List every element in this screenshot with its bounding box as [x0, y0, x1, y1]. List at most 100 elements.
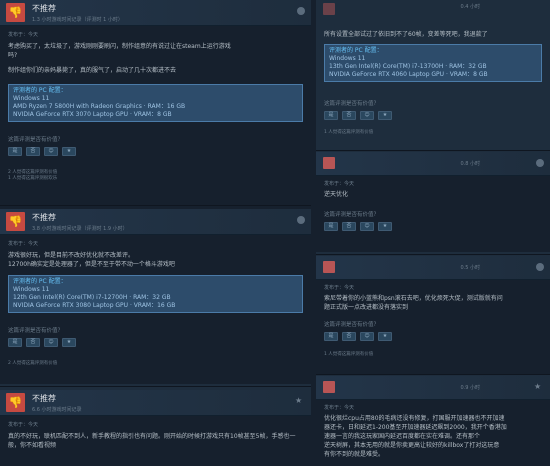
award-button[interactable]: ★	[378, 111, 392, 120]
spec-title: 评测者的 PC 配置：	[13, 278, 67, 285]
review-text: 所有设置全部试过了依旧到不了60帧，变差等死吧，我退款了	[324, 30, 544, 39]
review-text: 索尼带着你的小蓝熊和psn滚石去吧，优化烦死大促，测试版就有问 题正式版一点改进…	[324, 294, 544, 312]
review-text: 逆天优化	[324, 190, 544, 199]
vote-buttons: 是 否 ☺ ★	[324, 332, 392, 341]
review-line: 所有设置全部试过了依旧到不了60帧，变差等死吧，我退款了	[324, 31, 488, 38]
vote-counts: 1 人觉得这篇评测有价值	[324, 352, 373, 358]
vote-no-button[interactable]: 否	[26, 338, 40, 347]
review-line: 逆天优化	[324, 191, 349, 198]
vote-funny-button[interactable]: ☺	[44, 147, 58, 156]
helpful-question: 这篇评测是否有价值？	[8, 328, 64, 334]
review-text: 真的不好玩，联机匹配不到人，新手教程的指引也有问题。刚开始的时候打游戏只有10帧…	[8, 432, 305, 450]
playtime: 0.4 小时	[460, 4, 480, 10]
vote-yes-button[interactable]: 是	[324, 332, 338, 341]
vote-count-helpful: 1 人觉得这篇评测有价值	[324, 130, 374, 135]
playtime: 3.8 小时游戏时间记录（评测时 1.9 小时）	[32, 226, 128, 232]
post-date: 发布于：今天	[324, 285, 355, 291]
vote-no-button[interactable]: 否	[342, 111, 356, 120]
award-star-icon[interactable]: ★	[534, 383, 542, 391]
review-card: 0.8 小时 发布于：今天 逆天优化 这篇评测是否有价值？ 是 否 ☺ ★	[316, 152, 550, 252]
review-header: 👎 不推荐 3.8 小时游戏时间记录（评测时 1.9 小时）	[0, 209, 311, 235]
vote-count-funny: 1 人觉得这篇评测很欢乐	[8, 176, 58, 181]
vote-count-helpful: 1 人觉得这篇评测有价值	[324, 352, 374, 357]
helpful-question: 这篇评测是否有价值？	[8, 137, 64, 143]
review-verdict: 不推荐	[32, 213, 56, 222]
review-verdict: 不推荐	[32, 394, 56, 403]
review-line: 游戏很好玩，但是目前不改好优化就不改差评。	[8, 252, 135, 259]
vote-funny-button[interactable]: ☺	[360, 332, 374, 341]
steam-icon[interactable]	[536, 159, 544, 167]
review-line: 逆天树屏，其本无用的就是你卖更高让较好的killbox了打对这玩意	[324, 442, 500, 449]
helpful-question: 这篇评测是否有价值？	[324, 322, 380, 328]
post-date: 发布于：今天	[8, 32, 39, 38]
steam-icon[interactable]	[297, 216, 305, 224]
vote-funny-button[interactable]: ☺	[360, 222, 374, 231]
award-button[interactable]: ★	[62, 338, 76, 347]
review-line: 优化很烂cpu占用80的毛病还没有修复，打国服开加速器也不开加速	[324, 415, 505, 422]
post-date: 发布于：今天	[324, 181, 355, 187]
steam-icon[interactable]	[297, 7, 305, 15]
vote-yes-button[interactable]: 是	[324, 111, 338, 120]
playtime: 0.9 小时	[460, 385, 480, 391]
review-text: 考虑购买了，太垃圾了，游戏刚刚要刷闪，制作组意的有说过让在steam上运行游戏 …	[8, 42, 305, 75]
post-date: 发布于：今天	[8, 422, 39, 428]
review-card: 👎 不推荐 3.8 小时游戏时间记录（评测时 1.9 小时） 发布于：今天 游戏…	[0, 209, 311, 384]
spec-cpu: 12th Gen Intel(R) Core(TM) i7-12700H · R…	[13, 294, 171, 301]
vote-yes-button[interactable]: 是	[324, 222, 338, 231]
spec-title: 评测者的 PC 配置：	[13, 87, 67, 94]
helpful-question: 这篇评测是否有价值？	[324, 212, 380, 218]
review-line: 有你不到的就是难受。	[324, 451, 385, 458]
vote-yes-button[interactable]: 是	[8, 147, 22, 156]
helpful-question: 这篇评测是否有价值？	[324, 101, 380, 107]
review-line: 速器一言的我这玩家国内延迟百度都在实在难调。还有那个	[324, 433, 481, 440]
playtime: 6.6 小时游戏时间记录	[32, 407, 82, 413]
review-card: 0.9 小时 ★ 发布于：今天 优化很烂cpu占用80的毛病还没有修复，打国服开…	[316, 376, 550, 466]
review-card: 👎 不推荐 6.6 小时游戏时间记录 ★ 发布于：今天 真的不好玩，联机匹配不到…	[0, 390, 311, 466]
review-header: 0.9 小时 ★	[316, 376, 550, 400]
spec-cpu: AMD Ryzen 7 5800H with Radeon Graphics ·…	[13, 103, 186, 110]
review-verdict: 不推荐	[32, 4, 56, 13]
review-line: 考虑购买了，太垃圾了，游戏刚刚要刷闪，制作组意的有说过让在steam上运行游戏	[8, 43, 231, 50]
review-line: 真的不好玩，联机匹配不到人，新手教程的指引也有问题。刚开始的时候打游戏只有10帧…	[8, 433, 296, 449]
award-button[interactable]: ★	[378, 332, 392, 341]
post-date: 发布于：今天	[324, 405, 355, 411]
review-line: 制作组你们的亲妈暴毙了，真的服气了，启动了几十次都进不去	[8, 67, 177, 74]
divider	[316, 150, 550, 151]
vote-no-button[interactable]: 否	[26, 147, 40, 156]
review-line: 题正式版一点改进都没有落实到	[324, 304, 409, 311]
award-button[interactable]: ★	[62, 147, 76, 156]
avatar	[323, 3, 335, 15]
vote-funny-button[interactable]: ☺	[44, 338, 58, 347]
spec-cpu: 13th Gen Intel(R) Core(TM) i7-13700H · R…	[329, 63, 487, 70]
vote-yes-button[interactable]: 是	[8, 338, 22, 347]
divider	[0, 205, 311, 206]
vote-counts: 2 人觉得这篇评测有价值	[8, 361, 57, 367]
award-button[interactable]: ★	[378, 222, 392, 231]
review-header: 0.8 小时	[316, 152, 550, 176]
spec-os: Windows 11	[13, 286, 50, 293]
divider	[316, 254, 550, 255]
award-star-icon[interactable]: ★	[295, 397, 303, 405]
thumbs-down-icon: 👎	[6, 212, 25, 231]
review-line: 吗?	[8, 52, 18, 59]
review-header: 0.5 小时	[316, 256, 550, 280]
review-line: 索尼带着你的小蓝熊和psn滚石去吧，优化烦死大促，测试版就有问	[324, 295, 503, 302]
spec-os: Windows 11	[329, 55, 366, 62]
steam-icon[interactable]	[536, 263, 544, 271]
left-column: 👎 不推荐 1.3 小时游戏时间记录（评测时 1 小时） 发布于：今天 考虑购买…	[0, 0, 311, 466]
vote-no-button[interactable]: 否	[342, 332, 356, 341]
review-card: 0.4 小时 所有设置全部试过了依旧到不了60帧，变差等死吧，我退款了 评测者的…	[316, 0, 550, 150]
review-card: 👎 不推荐 1.3 小时游戏时间记录（评测时 1 小时） 发布于：今天 考虑购买…	[0, 0, 311, 210]
vote-buttons: 是 否 ☺ ★	[324, 222, 392, 231]
pc-spec-box: 评测者的 PC 配置： Windows 11 AMD Ryzen 7 5800H…	[8, 84, 303, 122]
thumbs-down-icon: 👎	[6, 3, 25, 22]
review-header: 👎 不推荐 1.3 小时游戏时间记录（评测时 1 小时）	[0, 0, 311, 26]
review-line: 12700h确实定是处理器了，但是不至于带不动一个格斗游戏吧	[8, 261, 175, 268]
review-line: 器还卡，日和延迟1-200基至开加速器延迟飙到2000，我开个香港加	[324, 424, 507, 431]
review-header: 👎 不推荐 6.6 小时游戏时间记录 ★	[0, 390, 311, 416]
vote-no-button[interactable]: 否	[342, 222, 356, 231]
vote-count-helpful: 2 人觉得这篇评测有价值	[8, 361, 58, 366]
avatar	[323, 381, 335, 393]
spec-gpu: NVIDIA GeForce RTX 3070 Laptop GPU · VRA…	[13, 111, 172, 118]
vote-funny-button[interactable]: ☺	[360, 111, 374, 120]
